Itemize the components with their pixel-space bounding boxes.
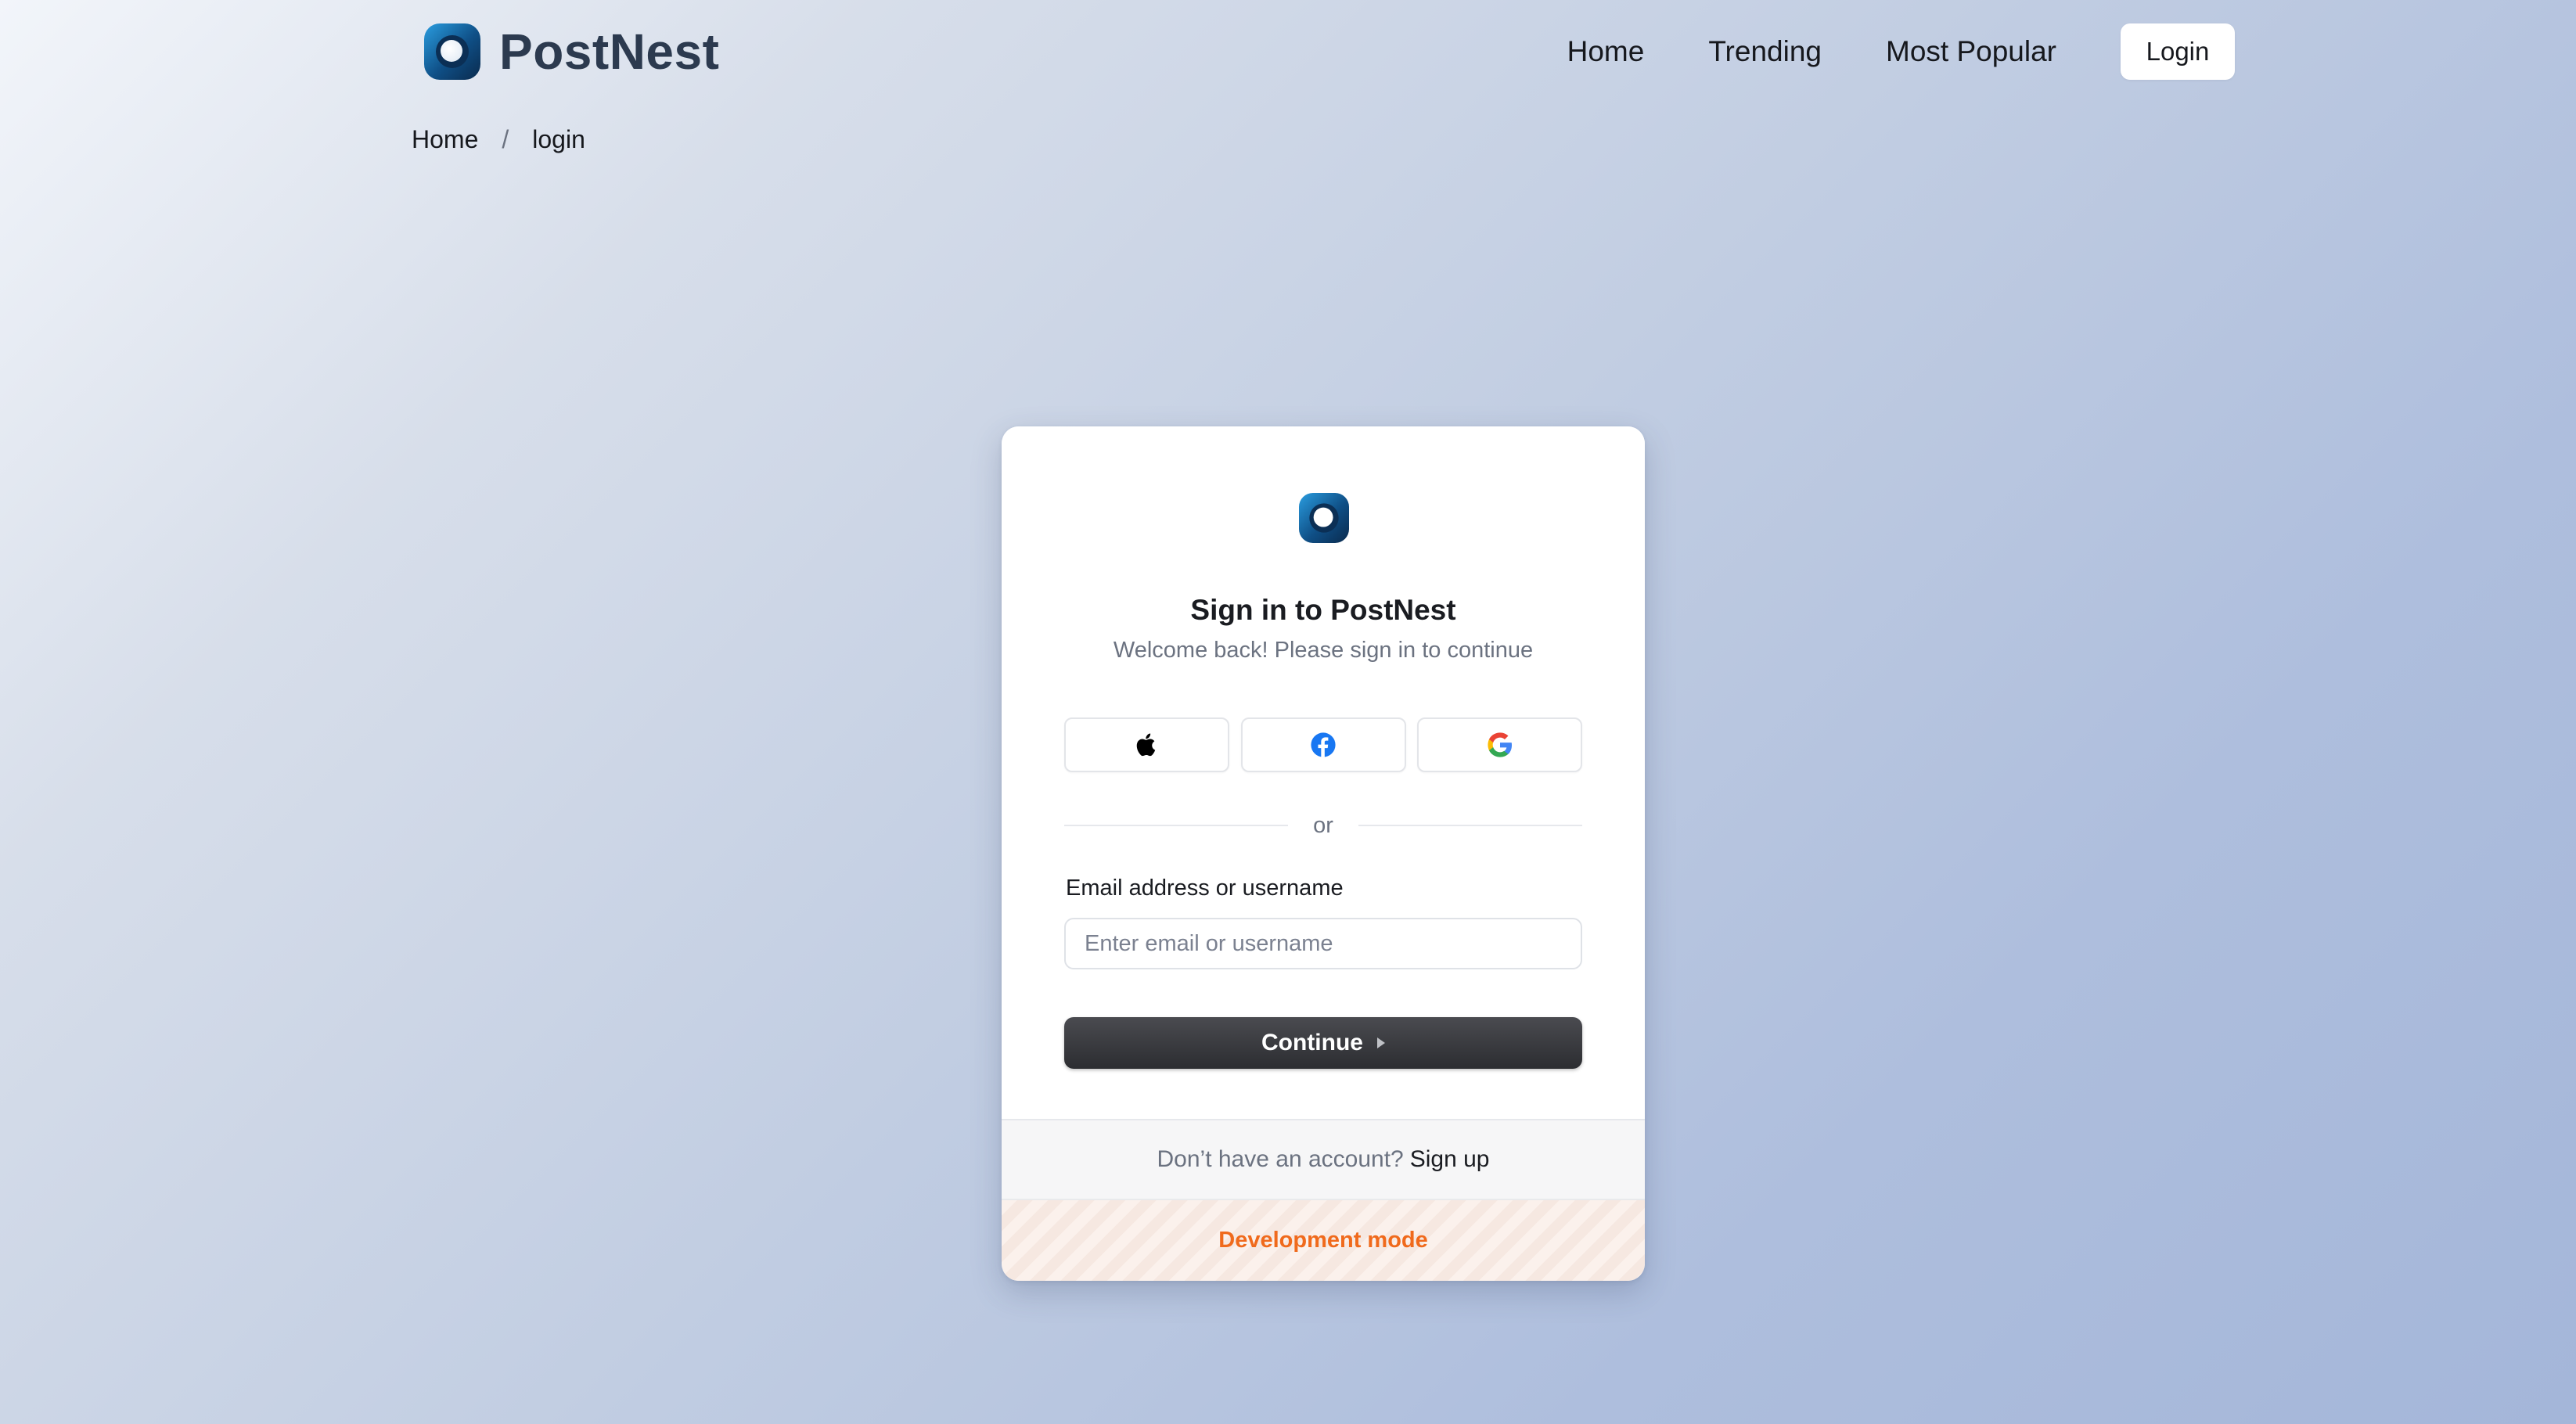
caret-right-icon xyxy=(1376,1037,1385,1048)
postnest-logo-icon xyxy=(424,23,480,80)
or-divider: or xyxy=(1064,810,1583,841)
development-mode-label: Development mode xyxy=(1218,1228,1428,1253)
divider-line xyxy=(1358,825,1583,826)
main-nav: Home Trending Most Popular Login xyxy=(1503,23,2235,80)
google-icon xyxy=(1487,732,1512,757)
site-header: PostNest Home Trending Most Popular Logi… xyxy=(0,0,2576,105)
apple-login-button[interactable] xyxy=(1064,717,1229,772)
facebook-login-button[interactable] xyxy=(1240,717,1406,772)
brand-name: PostNest xyxy=(499,23,720,80)
breadcrumb-separator: / xyxy=(502,125,509,153)
nav-home[interactable]: Home xyxy=(1567,35,1645,68)
nav-trending[interactable]: Trending xyxy=(1708,35,1822,68)
sign-in-title: Sign in to PostNest xyxy=(1190,594,1456,626)
sign-up-link[interactable]: Sign up xyxy=(1410,1146,1490,1173)
facebook-icon xyxy=(1311,732,1336,757)
breadcrumb-home[interactable]: Home xyxy=(412,125,478,154)
email-label: Email address or username xyxy=(1066,876,1344,901)
breadcrumb-current: login xyxy=(532,125,585,153)
signup-footer: Don’t have an account? Sign up xyxy=(1002,1120,1645,1200)
no-account-text: Don’t have an account? xyxy=(1157,1146,1404,1172)
continue-button[interactable]: Continue xyxy=(1064,1017,1582,1069)
email-field[interactable] xyxy=(1064,918,1582,969)
sign-in-subtitle: Welcome back! Please sign in to continue xyxy=(1113,638,1534,663)
breadcrumb: Home / login xyxy=(412,125,585,154)
divider-line xyxy=(1064,825,1289,826)
continue-label: Continue xyxy=(1261,1030,1363,1055)
google-login-button[interactable] xyxy=(1417,717,1582,772)
sign-in-card: Sign in to PostNest Welcome back! Please… xyxy=(1002,426,1645,1281)
brand[interactable]: PostNest xyxy=(424,23,719,80)
sign-in-form: Sign in to PostNest Welcome back! Please… xyxy=(1002,426,1645,1120)
apple-icon xyxy=(1136,733,1155,757)
development-mode-banner: Development mode xyxy=(1002,1200,1645,1281)
postnest-logo-icon xyxy=(1299,493,1349,543)
login-button[interactable]: Login xyxy=(2121,23,2235,80)
social-login-row xyxy=(1064,717,1582,772)
or-text: or xyxy=(1313,812,1333,838)
nav-most-popular[interactable]: Most Popular xyxy=(1886,35,2056,68)
